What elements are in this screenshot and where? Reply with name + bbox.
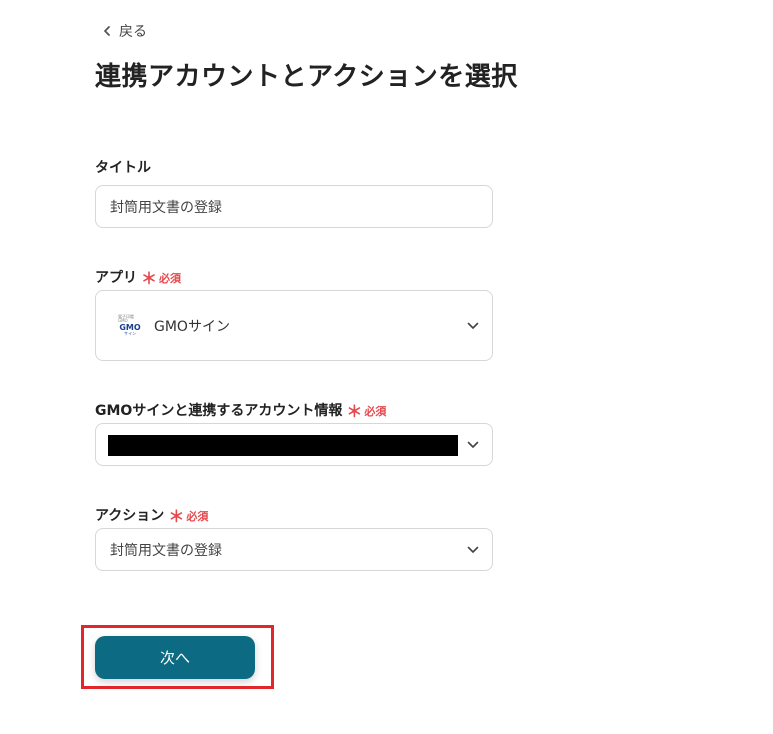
title-input[interactable]: 封筒用文書の登録 [95, 185, 493, 228]
logo-line3: サイン [124, 331, 136, 336]
required-text: 必須 [186, 510, 209, 523]
chevron-left-icon [104, 26, 110, 36]
title-input-value: 封筒用文書の登録 [110, 199, 222, 216]
next-button[interactable]: 次へ [95, 636, 255, 679]
required-asterisk: ＊ [346, 402, 363, 421]
app-field-label: アプリ ＊ 必須 [95, 263, 182, 288]
required-badge: ＊ 必須 [141, 263, 182, 288]
chevron-down-icon [467, 441, 479, 448]
title-field-label: タイトル [95, 157, 151, 177]
action-select[interactable]: 封筒用文書の登録 [95, 528, 493, 571]
gmo-sign-logo: 電子印鑑GMO GMO サイン [118, 314, 142, 336]
title-label-text: タイトル [95, 160, 151, 176]
action-field-label: アクション ＊ 必須 [95, 501, 209, 526]
required-asterisk: ＊ [168, 507, 185, 526]
chevron-down-icon [467, 322, 479, 329]
action-select-value: 封筒用文書の登録 [110, 542, 222, 559]
app-select[interactable]: 電子印鑑GMO GMO サイン GMOサイン [95, 290, 493, 361]
account-field-label: GMOサインと連携するアカウント情報 ＊ 必須 [95, 396, 387, 421]
required-text: 必須 [364, 405, 387, 418]
redacted-account-value [108, 435, 458, 456]
required-badge: ＊ 必須 [346, 396, 387, 421]
action-label-text: アクション [95, 508, 165, 524]
required-asterisk: ＊ [141, 269, 158, 288]
required-badge: ＊ 必須 [168, 501, 209, 526]
account-label-text: GMOサインと連携するアカウント情報 [95, 403, 343, 419]
app-select-value: GMOサイン [154, 318, 230, 335]
page-title: 連携アカウントとアクションを選択 [95, 62, 518, 92]
account-select[interactable] [95, 423, 493, 466]
app-label-text: アプリ [95, 270, 137, 286]
back-link[interactable]: 戻る [101, 21, 147, 41]
required-text: 必須 [159, 272, 182, 285]
chevron-down-icon [467, 546, 479, 553]
back-label: 戻る [119, 24, 147, 40]
logo-line1: 電子印鑑GMO [118, 314, 134, 323]
